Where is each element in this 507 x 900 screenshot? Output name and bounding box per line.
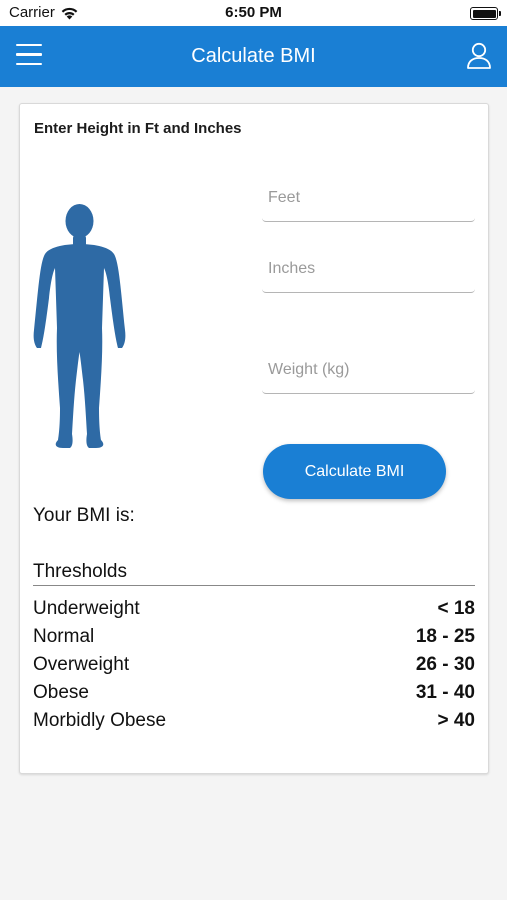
threshold-label: Normal xyxy=(33,626,95,647)
threshold-label: Morbidly Obese xyxy=(33,710,167,731)
weight-input[interactable] xyxy=(262,346,475,393)
threshold-value: 18 - 25 xyxy=(415,626,475,647)
calculate-bmi-button[interactable]: Calculate BMI xyxy=(263,444,446,499)
nav-bar: Calculate BMI xyxy=(0,26,507,87)
inches-field xyxy=(262,245,475,293)
threshold-row-underweight: Underweight < 18 xyxy=(33,595,475,623)
thresholds-divider xyxy=(33,585,475,586)
bmi-card: Enter Height in Ft and Inches Calculate … xyxy=(19,103,489,774)
status-time: 6:50 PM xyxy=(225,4,282,21)
page-title: Calculate BMI xyxy=(191,45,316,67)
height-heading: Enter Height in Ft and Inches xyxy=(34,120,242,137)
threshold-label: Overweight xyxy=(33,654,130,675)
feet-input[interactable] xyxy=(262,174,475,221)
battery-icon xyxy=(470,7,501,20)
feet-field xyxy=(262,174,475,222)
threshold-row-overweight: Overweight 26 - 30 xyxy=(33,651,475,679)
threshold-label: Obese xyxy=(33,682,89,703)
threshold-value: 31 - 40 xyxy=(415,682,475,703)
threshold-value: < 18 xyxy=(437,598,475,619)
threshold-row-morbidly-obese: Morbidly Obese > 40 xyxy=(33,707,475,735)
user-icon[interactable] xyxy=(466,42,492,69)
thresholds-list: Underweight < 18 Normal 18 - 25 Overweig… xyxy=(33,595,475,735)
human-figure-icon xyxy=(33,204,126,448)
weight-field xyxy=(262,346,475,394)
threshold-label: Underweight xyxy=(33,598,140,619)
threshold-row-obese: Obese 31 - 40 xyxy=(33,679,475,707)
thresholds-title: Thresholds xyxy=(33,561,127,582)
threshold-row-normal: Normal 18 - 25 xyxy=(33,623,475,651)
threshold-value: 26 - 30 xyxy=(415,654,475,675)
threshold-value: > 40 xyxy=(437,710,475,731)
bmi-result-label: Your BMI is: xyxy=(33,505,135,526)
status-bar: Carrier 6:50 PM xyxy=(0,0,507,26)
inches-input[interactable] xyxy=(262,245,475,292)
